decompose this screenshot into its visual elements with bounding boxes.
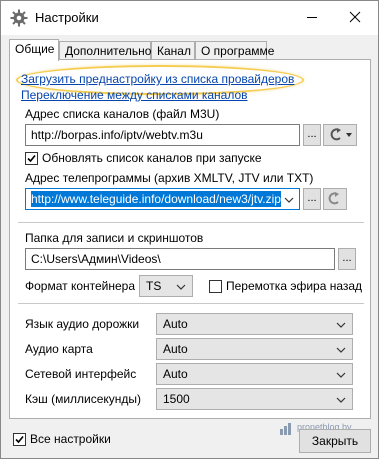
close-button-label: Закрыть <box>311 434 359 448</box>
browse-label: ... <box>307 192 317 204</box>
tab-general[interactable]: Общие <box>9 39 59 61</box>
settings-window: Настройки Общие Дополнительно Канал О пр… <box>0 0 379 459</box>
channel-list-input[interactable]: http://borpas.info/iptv/webtv.m3u <box>25 124 300 146</box>
chevron-down-icon <box>336 397 346 403</box>
container-value: TS <box>146 279 162 293</box>
network-value: Auto <box>163 367 188 381</box>
checkmark-icon <box>15 435 24 444</box>
title-bar: Настройки <box>1 1 378 35</box>
epg-label: Адрес телепрограммы (архив XMLTV, JTV ил… <box>25 171 314 185</box>
container-select[interactable]: TS <box>139 275 193 297</box>
record-folder-input[interactable]: C:\Users\Админ\Videos\ <box>25 248 335 270</box>
network-select[interactable]: Auto <box>156 363 353 385</box>
switch-lists-link[interactable]: Переключение между списками каналов <box>21 88 248 102</box>
chevron-down-icon <box>336 322 346 328</box>
chevron-down-icon <box>336 372 346 378</box>
update-on-start-label: Обновлять список каналов при запуске <box>42 151 262 165</box>
minimize-icon <box>307 17 317 18</box>
refresh-epg-button[interactable] <box>323 188 347 210</box>
browse-channel-list-button[interactable]: ... <box>303 124 321 146</box>
browse-label: ... <box>342 252 352 264</box>
gear-icon <box>10 9 28 27</box>
record-folder-value: C:\Users\Админ\Videos\ <box>31 252 161 266</box>
update-on-start-checkbox[interactable] <box>25 152 38 165</box>
chevron-down-icon <box>176 284 186 290</box>
record-folder-label: Папка для записи и скриншотов <box>25 231 204 245</box>
browse-label: ... <box>307 128 317 140</box>
network-label: Сетевой интерфейс <box>25 367 137 381</box>
divider <box>18 303 364 304</box>
container-label: Формат контейнера <box>25 279 136 293</box>
audio-track-value: Auto <box>163 317 188 331</box>
rewind-label: Перемотка эфира назад <box>226 279 363 293</box>
all-settings-label: Все настройки <box>30 432 111 446</box>
tab-about[interactable]: О программе <box>195 41 274 60</box>
close-icon <box>349 11 361 23</box>
close-button[interactable]: Закрыть <box>299 429 371 453</box>
cache-select[interactable]: 1500 <box>156 388 353 410</box>
chart-bars-icon <box>280 423 291 435</box>
audio-card-value: Auto <box>163 342 188 356</box>
tab-label: Канал <box>157 44 191 58</box>
minimize-button[interactable] <box>292 3 332 31</box>
tab-channel[interactable]: Канал <box>151 41 195 60</box>
refresh-icon <box>328 192 339 205</box>
load-preset-link[interactable]: Загрузить преднастройку из списка провай… <box>21 72 294 86</box>
checkmark-icon <box>27 154 36 163</box>
refresh-icon <box>330 128 352 141</box>
rewind-checkbox[interactable] <box>209 280 222 293</box>
audio-card-select[interactable]: Auto <box>156 338 353 360</box>
chevron-down-icon <box>284 197 294 203</box>
epg-input[interactable]: http://www.teleguide.info/download/new3/… <box>25 188 300 210</box>
tab-label: О программе <box>201 44 275 58</box>
chevron-down-icon <box>336 347 346 353</box>
divider <box>18 222 364 223</box>
tab-label: Общие <box>15 42 55 56</box>
cache-value: 1500 <box>163 392 190 406</box>
audio-track-label: Язык аудио дорожки <box>25 317 140 331</box>
tab-label: Дополнительно <box>65 44 152 58</box>
tab-advanced[interactable]: Дополнительно <box>59 41 151 60</box>
browse-epg-button[interactable]: ... <box>303 188 321 210</box>
channel-list-label: Адрес списка каналов (файл M3U) <box>25 107 220 121</box>
general-panel: Загрузить преднастройку из списка провай… <box>9 59 371 419</box>
epg-value: http://www.teleguide.info/download/new3/… <box>31 191 281 207</box>
window-title: Настройки <box>35 10 99 25</box>
all-settings-checkbox[interactable] <box>13 433 26 446</box>
channel-list-value: http://borpas.info/iptv/webtv.m3u <box>31 128 203 142</box>
audio-card-label: Аудио карта <box>25 342 93 356</box>
refresh-channel-list-button[interactable] <box>323 124 357 146</box>
audio-track-select[interactable]: Auto <box>156 313 353 335</box>
close-window-button[interactable] <box>335 3 375 31</box>
browse-folder-button[interactable]: ... <box>338 248 356 270</box>
cache-label: Кэш (миллисекунды) <box>25 392 142 406</box>
